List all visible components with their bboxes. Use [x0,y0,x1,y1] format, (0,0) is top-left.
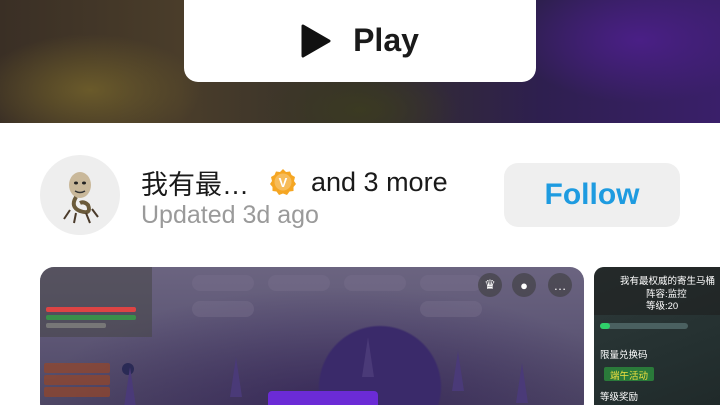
game-thumbnail-banner: Play [0,0,720,123]
hud-pill [420,301,482,317]
screenshot-text: 限量兑换码 [600,350,648,361]
scene-spike [452,351,464,391]
scene-spike [230,357,242,397]
screenshot-title-graphic [268,391,378,405]
hud-pill [192,275,254,291]
follow-button[interactable]: Follow [504,163,680,227]
hud-crown-icon: ♛ [478,273,502,297]
screenshot-text: 等级:20 [646,301,679,312]
svg-text:V: V [279,175,288,190]
creator-row: 我有最… V and 3 more Updated 3d ago Follow [0,123,720,263]
game-screenshot[interactable]: ♛ ● … [40,267,584,405]
hud-profile-icon: ● [512,273,536,297]
hud-pill [420,275,482,291]
hud-list-row [44,375,110,385]
hud-pill [344,275,406,291]
updated-timestamp: Updated 3d ago [141,201,319,229]
creator-names[interactable]: 我有最… V and 3 more [141,163,448,201]
play-label: Play [353,22,419,58]
play-icon [301,24,331,57]
screenshot-text: 端午活动 [610,371,649,382]
hud-bar [46,323,106,328]
screenshot-text: 我有最权威的寄生马桶 [620,276,716,287]
creator-name: 我有最… [141,169,249,200]
hud-chat-icon: … [548,273,572,297]
additional-creators: and 3 more [311,166,448,197]
hud-pill [192,301,254,317]
creator-avatar-image [63,172,99,224]
screenshot-text: 等级奖励 [600,392,639,403]
hud-bar [46,315,136,320]
creator-avatar[interactable] [40,155,120,235]
play-button[interactable]: Play [184,0,536,82]
scene-spike [516,363,528,403]
hud-list-row [44,387,110,397]
hud-bar [46,307,136,312]
hud-pill [268,275,330,291]
hud-list-row [44,363,110,373]
scene-spike [124,367,136,405]
scene-spike [362,337,374,377]
screenshot-hud-panel [40,267,152,337]
game-screenshot[interactable]: 我有最权威的寄生马桶 阵容:监控 等级:20 限量兑换码 端午活动 等级奖励 [594,267,720,405]
verified-badge-icon: V [270,169,296,195]
screenshots-carousel[interactable]: ♛ ● … 我有最权威的寄生马桶 阵容:监控 等级:20 限量兑换码 端午活动 … [0,267,720,405]
screenshot-progress-bar [600,323,688,329]
